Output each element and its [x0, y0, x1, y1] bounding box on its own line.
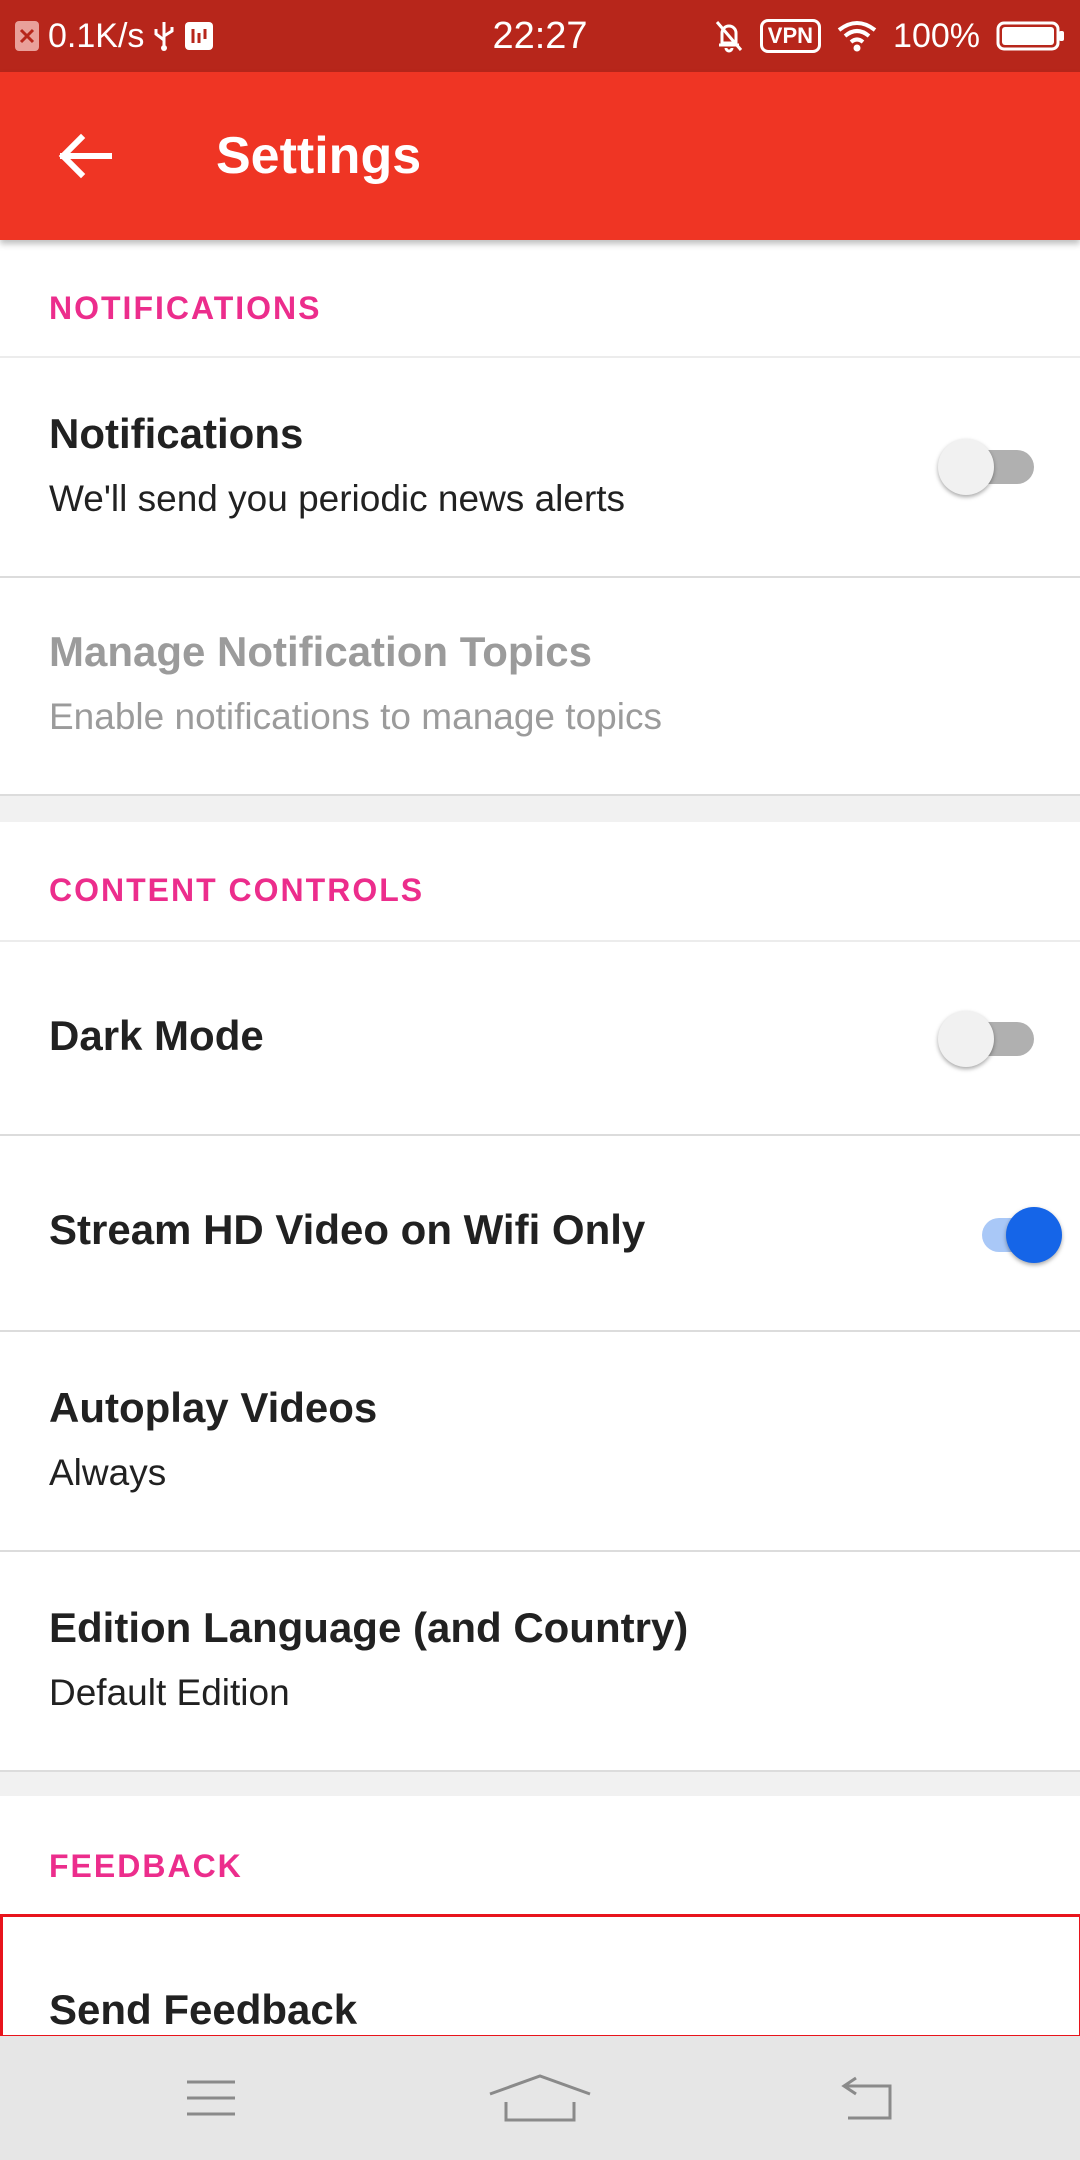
status-bar-right: VPN 100%	[714, 0, 1066, 72]
setting-dark-mode[interactable]: Dark Mode	[0, 942, 1080, 1136]
vpn-badge: VPN	[759, 19, 822, 53]
home-button[interactable]	[480, 2058, 600, 2138]
dark-mode-toggle[interactable]	[938, 1006, 1038, 1067]
wifi-icon	[837, 20, 877, 52]
setting-stream-hd-video[interactable]: Stream HD Video on Wifi Only	[0, 1136, 1080, 1332]
page-title: Settings	[216, 127, 422, 185]
battery-percent: 100%	[893, 16, 980, 55]
section-header-feedback: FEEDBACK	[0, 1796, 1080, 1914]
setting-subtitle: Enable notifications to manage topics	[49, 696, 662, 737]
menu-icon	[187, 2080, 235, 2116]
setting-title: Edition Language (and Country)	[49, 1604, 689, 1651]
setting-title: Stream HD Video on Wifi Only	[49, 1206, 646, 1253]
system-nav-bar	[0, 2036, 1080, 2160]
arrow-left-icon	[58, 133, 112, 179]
section-header-label: CONTENT CONTROLS	[49, 872, 425, 908]
back-nav-button[interactable]	[808, 2058, 928, 2138]
status-bar: 0.1K/s 22:27 VPN 100%	[0, 0, 1080, 72]
toggle-thumb	[1006, 1207, 1062, 1263]
battery-icon	[996, 20, 1066, 52]
setting-title: Autoplay Videos	[49, 1384, 378, 1431]
setting-edition-language[interactable]: Edition Language (and Country) Default E…	[0, 1552, 1080, 1772]
setting-autoplay-videos[interactable]: Autoplay Videos Always	[0, 1332, 1080, 1552]
back-button[interactable]	[40, 116, 130, 196]
setting-title: Send Feedback	[49, 1986, 358, 2033]
section-header-content-controls: CONTENT CONTROLS	[0, 822, 1080, 942]
stream-hd-toggle[interactable]	[962, 1202, 1062, 1263]
toggle-thumb	[938, 439, 994, 495]
section-divider	[0, 796, 1080, 822]
setting-title: Dark Mode	[49, 1012, 264, 1059]
app-bar: Settings	[0, 72, 1080, 240]
setting-subtitle: Always	[49, 1452, 167, 1493]
menu-button[interactable]	[151, 2058, 271, 2138]
setting-subtitle: We'll send you periodic news alerts	[49, 478, 626, 519]
bell-off-icon	[714, 19, 744, 53]
setting-subtitle: Default Edition	[49, 1672, 290, 1713]
home-icon	[489, 2074, 591, 2122]
setting-notifications[interactable]: Notifications We'll send you periodic ne…	[0, 358, 1080, 578]
setting-manage-notification-topics[interactable]: Manage Notification Topics Enable notifi…	[0, 578, 1080, 796]
back-icon	[841, 2076, 892, 2120]
section-header-notifications: NOTIFICATIONS	[0, 240, 1080, 358]
notifications-toggle[interactable]	[938, 434, 1038, 495]
setting-title: Notifications	[49, 410, 304, 457]
section-header-label: FEEDBACK	[49, 1848, 243, 1884]
toggle-thumb	[938, 1011, 994, 1067]
setting-title: Manage Notification Topics	[49, 628, 592, 675]
section-divider	[0, 1772, 1080, 1796]
setting-send-feedback[interactable]: Send Feedback	[0, 1914, 1080, 2036]
section-header-label: NOTIFICATIONS	[49, 290, 322, 326]
